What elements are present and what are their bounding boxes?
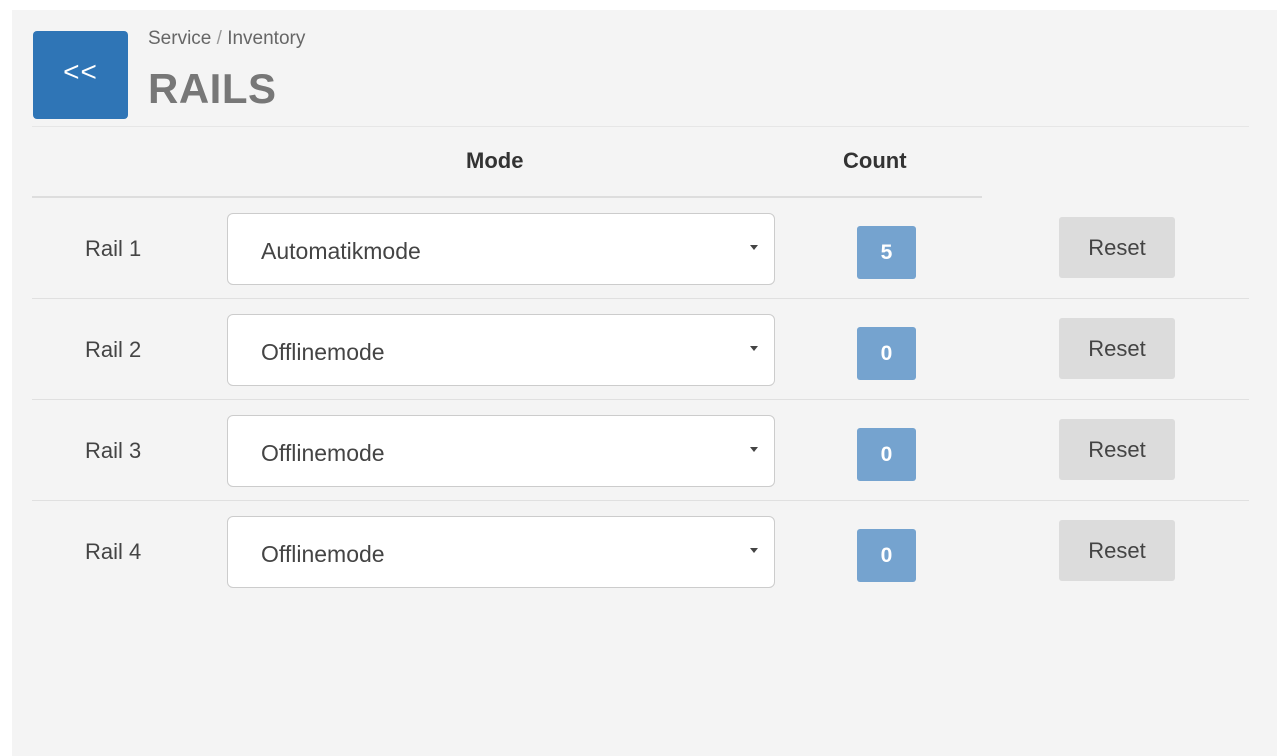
rail-label: Rail 4 <box>85 539 142 564</box>
count-badge: 0 <box>857 428 916 481</box>
mode-select-value: Offlinemode <box>261 541 385 567</box>
count-badge: 0 <box>857 529 916 582</box>
mode-select-value: Automatikmode <box>261 238 421 264</box>
back-button[interactable]: << <box>33 31 128 119</box>
caret-down-icon <box>750 245 758 250</box>
breadcrumb-parent[interactable]: Service <box>148 28 211 49</box>
mode-select[interactable]: Offlinemode <box>227 516 775 588</box>
reset-button[interactable]: Reset <box>1059 318 1175 379</box>
count-badge: 0 <box>857 327 916 380</box>
rail-label: Rail 2 <box>85 337 142 362</box>
page-title: RAILS <box>148 65 277 112</box>
count-badge: 5 <box>857 226 916 279</box>
caret-down-icon <box>750 447 758 452</box>
mode-select-value: Offlinemode <box>261 440 385 466</box>
breadcrumb: Service / Inventory <box>148 28 305 50</box>
breadcrumb-current: Inventory <box>227 28 306 49</box>
reset-button[interactable]: Reset <box>1059 520 1175 581</box>
mode-column-header: Mode <box>466 148 524 173</box>
title-divider <box>32 126 1249 127</box>
mode-select[interactable]: Offlinemode <box>227 415 775 487</box>
mode-select-value: Offlinemode <box>261 339 385 365</box>
mode-select[interactable]: Automatikmode <box>227 213 775 285</box>
reset-button[interactable]: Reset <box>1059 419 1175 480</box>
rails-panel: << Service / Inventory RAILS Mode Count … <box>12 10 1277 756</box>
reset-button[interactable]: Reset <box>1059 217 1175 278</box>
table-row: Rail 1 Automatikmode 5 Reset <box>32 198 1249 299</box>
mode-select[interactable]: Offlinemode <box>227 314 775 386</box>
table-row: Rail 4 Offlinemode 0 Reset <box>32 501 1249 601</box>
table-row: Rail 2 Offlinemode 0 Reset <box>32 299 1249 400</box>
caret-down-icon <box>750 346 758 351</box>
rail-label: Rail 1 <box>85 236 142 261</box>
count-column-header: Count <box>843 148 907 173</box>
table-row: Rail 3 Offlinemode 0 Reset <box>32 400 1249 501</box>
breadcrumb-separator: / <box>216 28 222 49</box>
rail-label: Rail 3 <box>85 438 142 463</box>
caret-down-icon <box>750 548 758 553</box>
